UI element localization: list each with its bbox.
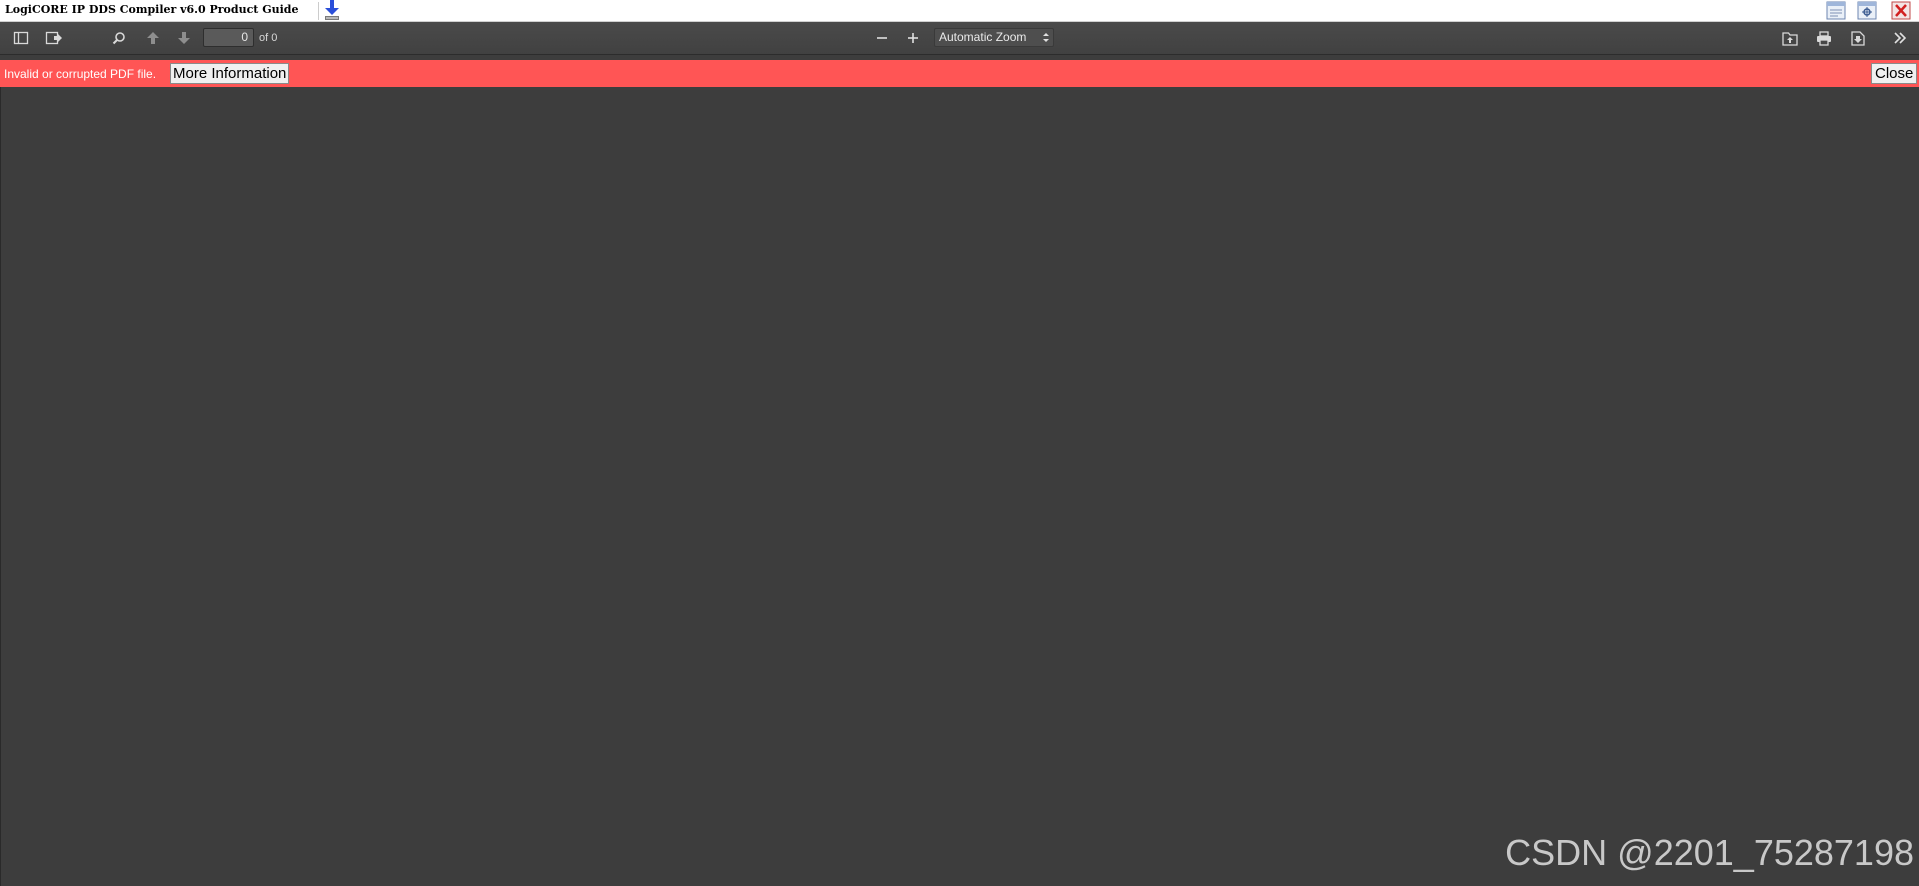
watermark-text: CSDN @2201_75287198 [1505,832,1914,873]
error-message: Invalid or corrupted PDF file. [4,67,157,81]
zoom-select-value: Automatic Zoom [939,30,1027,44]
minus-icon[interactable] [870,27,894,49]
page-number-input[interactable]: 0 [203,28,254,47]
error-bar: Invalid or corrupted PDF file. More Info… [0,60,1919,87]
viewer-container[interactable] [0,87,1919,886]
select-arrows-icon [1043,33,1049,42]
window-titlebar: LogiCORE IP DDS Compiler v6.0 Product Gu… [0,0,1919,22]
viewer-toolbar: 0 of 0 Automatic Zoom [0,22,1919,55]
double-chevron-right-icon[interactable] [1888,27,1912,49]
window-close-icon[interactable] [1891,1,1911,20]
document-title: LogiCORE IP DDS Compiler v6.0 Product Gu… [5,3,299,16]
plus-icon[interactable] [901,27,925,49]
arrow-up-icon[interactable] [141,27,165,49]
print-icon[interactable] [1812,27,1836,49]
save-icon[interactable] [1846,27,1870,49]
search-icon[interactable] [107,27,131,49]
zoom-select[interactable]: Automatic Zoom [934,28,1054,47]
document-outline-icon[interactable] [42,27,66,49]
open-file-icon[interactable] [1778,27,1802,49]
download-arrow-icon[interactable] [322,0,342,22]
close-error-button[interactable]: Close [1871,63,1918,84]
arrow-down-icon[interactable] [172,27,196,49]
window-settings-icon[interactable] [1857,1,1877,20]
page-count-label: of 0 [259,32,278,44]
title-separator [318,2,319,20]
more-information-button[interactable]: More Information [170,63,290,84]
sidebar-toggle-icon[interactable] [9,27,33,49]
window-restore-icon[interactable] [1826,1,1846,20]
